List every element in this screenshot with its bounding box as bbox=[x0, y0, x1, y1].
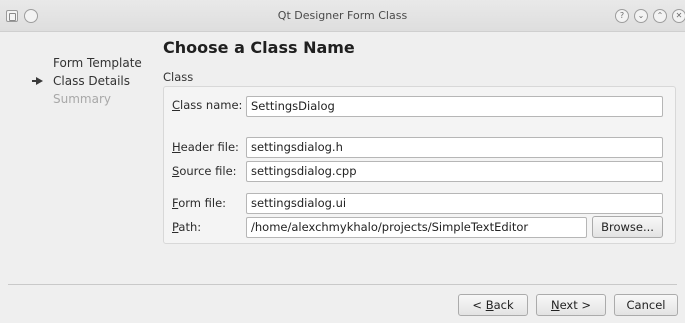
header-file-label: Header file: bbox=[172, 140, 239, 154]
minimize-icon[interactable]: ⌄ bbox=[634, 9, 648, 23]
browse-button[interactable]: Browse... bbox=[592, 216, 663, 238]
back-mnemonic: B bbox=[485, 298, 494, 312]
header-file-mnemonic: H bbox=[172, 140, 181, 154]
next-suffix: ext > bbox=[559, 298, 592, 312]
next-button[interactable]: Next > bbox=[536, 294, 606, 316]
back-button[interactable]: < Back bbox=[458, 294, 528, 316]
class-name-mnemonic: C bbox=[172, 98, 181, 112]
source-file-label-text: ource file: bbox=[179, 164, 237, 178]
current-step-arrow-icon bbox=[32, 77, 43, 85]
step-label: Summary bbox=[53, 92, 111, 106]
maximize-icon[interactable]: ⌃ bbox=[653, 9, 667, 23]
section-label: Class bbox=[163, 70, 194, 84]
class-name-label-text: lass name: bbox=[180, 98, 243, 112]
header-file-field[interactable]: settingsdialog.h bbox=[246, 137, 663, 158]
source-file-field[interactable]: settingsdialog.cpp bbox=[246, 161, 663, 182]
cancel-button[interactable]: Cancel bbox=[614, 294, 678, 316]
path-field[interactable]: /home/alexchmykhalo/projects/SimpleTextE… bbox=[246, 217, 587, 238]
back-prefix: < bbox=[472, 298, 486, 312]
help-icon[interactable]: ? bbox=[615, 9, 629, 23]
page-title: Choose a Class Name bbox=[163, 38, 355, 57]
wizard-steps: Form Template Class Details Summary bbox=[32, 54, 142, 108]
class-name-field[interactable]: SettingsDialog bbox=[246, 96, 663, 117]
step-summary: Summary bbox=[36, 90, 142, 108]
window-title: Qt Designer Form Class bbox=[277, 9, 408, 22]
step-label: Form Template bbox=[53, 56, 142, 70]
class-name-label: Class name: bbox=[172, 98, 242, 112]
form-file-label-text: orm file: bbox=[178, 196, 227, 210]
step-form-template: Form Template bbox=[36, 54, 142, 72]
header-file-label-text: eader file: bbox=[180, 140, 239, 154]
path-label: Path: bbox=[172, 220, 201, 234]
footer-separator bbox=[8, 284, 677, 285]
form-file-field[interactable]: settingsdialog.ui bbox=[246, 193, 663, 214]
path-label-text: ath: bbox=[178, 220, 202, 234]
step-label: Class Details bbox=[53, 74, 130, 88]
step-class-details: Class Details bbox=[32, 72, 142, 90]
title-bar: Qt Designer Form Class ? ⌄ ⌃ ✕ bbox=[0, 0, 685, 32]
form-file-label: Form file: bbox=[172, 196, 226, 210]
back-suffix: ack bbox=[493, 298, 514, 312]
next-mnemonic: N bbox=[550, 298, 560, 312]
close-icon[interactable]: ✕ bbox=[672, 9, 685, 23]
source-file-label: Source file: bbox=[172, 164, 237, 178]
